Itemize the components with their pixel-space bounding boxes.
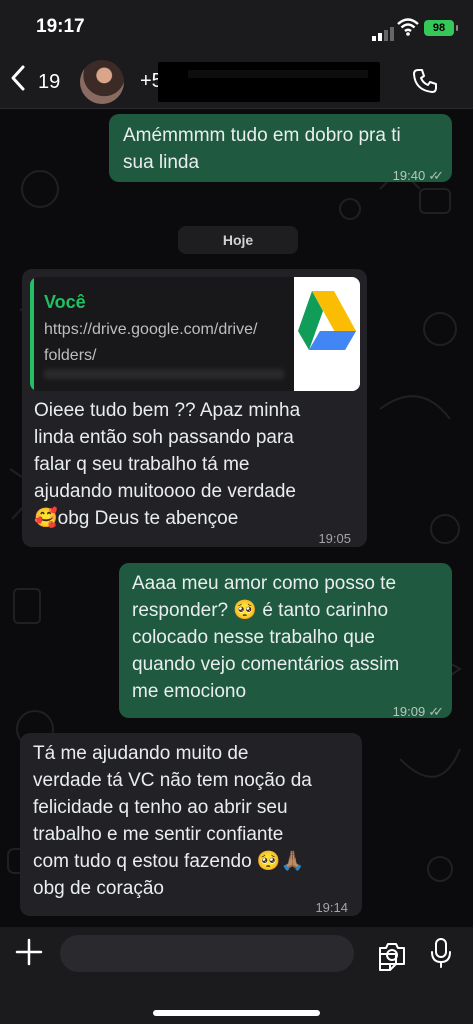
- message-meta: 19:40 ✓✓: [392, 168, 444, 183]
- home-indicator: [153, 1010, 320, 1016]
- date-divider: Hoje: [178, 226, 298, 254]
- plus-icon[interactable]: [14, 937, 44, 967]
- read-receipt-icon: ✓✓: [428, 168, 444, 183]
- message-composer: [0, 927, 473, 1024]
- wifi-icon: [397, 18, 419, 36]
- unread-count[interactable]: 19: [38, 71, 60, 94]
- quote-author: Você: [44, 292, 86, 312]
- quote-accent-bar: [30, 277, 34, 391]
- redacted-contact-number: [158, 62, 380, 102]
- message-outgoing[interactable]: Aaaa meu amor como posso te responder? 🥺…: [119, 563, 452, 719]
- chevron-left-icon: [11, 65, 25, 91]
- quote-link[interactable]: https://drive.google.com/drive/ folders/: [44, 317, 284, 369]
- message-text: Amémmmm tudo em dobro pra ti sua linda: [123, 125, 401, 173]
- google-drive-thumbnail: [294, 277, 360, 391]
- chat-area[interactable]: Amémmmm tudo em dobro pra ti sua linda 1…: [0, 109, 473, 927]
- phone-icon[interactable]: [412, 68, 438, 94]
- message-outgoing[interactable]: Amémmmm tudo em dobro pra ti sua linda 1…: [109, 114, 452, 183]
- status-bar: 19:17 98: [0, 0, 473, 56]
- google-drive-icon: [294, 291, 360, 391]
- message-incoming[interactable]: Você https://drive.google.com/drive/ fol…: [22, 269, 367, 547]
- camera-icon[interactable]: [377, 941, 407, 967]
- message-input[interactable]: [60, 935, 397, 972]
- mic-icon[interactable]: [430, 937, 452, 969]
- status-time: 19:17: [36, 16, 85, 37]
- message-text: Aaaa meu amor como posso te responder? 🥺…: [132, 573, 400, 702]
- chat-header: 19 +5: [0, 56, 473, 109]
- message-time: 19:05: [318, 531, 351, 546]
- back-button[interactable]: [10, 64, 26, 99]
- read-receipt-icon: ✓✓: [428, 704, 444, 719]
- message-time: 19:14: [315, 900, 348, 915]
- quoted-link-preview[interactable]: Você https://drive.google.com/drive/ fol…: [30, 277, 360, 391]
- blurred-preview-text: [44, 369, 284, 379]
- battery-indicator: 98: [424, 20, 458, 36]
- message-text: Tá me ajudando muito de verdade tá VC nã…: [33, 743, 312, 899]
- avatar[interactable]: [80, 60, 124, 104]
- message-meta: 19:09 ✓✓: [392, 704, 444, 719]
- message-text: Oieee tudo bem ?? Apaz minha linda então…: [34, 400, 301, 529]
- signal-icon: [372, 23, 396, 41]
- message-incoming[interactable]: Tá me ajudando muito de verdade tá VC nã…: [20, 733, 362, 916]
